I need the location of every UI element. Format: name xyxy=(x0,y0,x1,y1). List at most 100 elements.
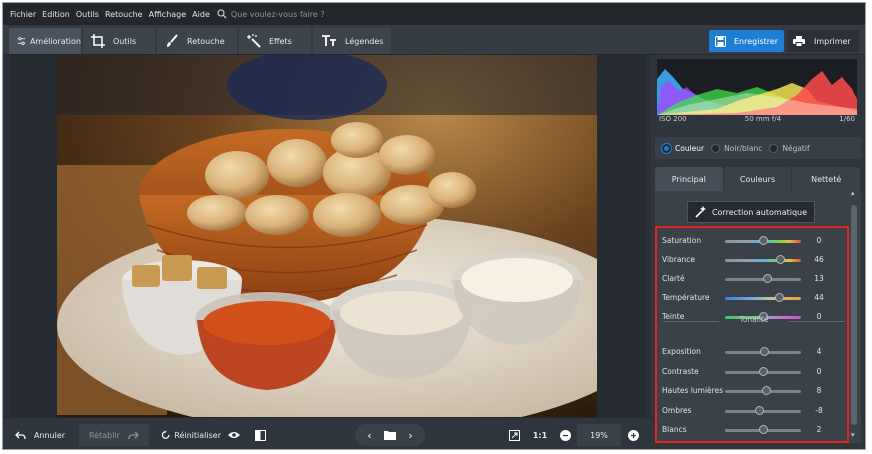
slider-value[interactable]: 2 xyxy=(807,425,831,434)
undo-label: Annuler xyxy=(33,430,66,440)
slider-label: Hautes lumières xyxy=(662,386,724,395)
slider-thumb[interactable] xyxy=(761,386,771,395)
slider-value[interactable]: -8 xyxy=(807,406,831,415)
slider-value[interactable]: 4 xyxy=(807,347,831,356)
slider-thumb[interactable] xyxy=(760,347,770,356)
tab-effets[interactable]: Effets xyxy=(239,28,311,54)
zoom-in-button[interactable] xyxy=(625,424,641,446)
bread-basket-photo xyxy=(57,55,597,417)
auto-correct-label: Correction automatique xyxy=(711,207,808,217)
slider-label: Contraste xyxy=(662,366,699,376)
preview-eye-button[interactable] xyxy=(223,424,245,446)
slider-value[interactable]: 0 xyxy=(807,236,831,245)
subtab-principal[interactable]: Principal xyxy=(655,167,723,191)
radio-noir-blanc[interactable] xyxy=(711,143,721,153)
zoom-out-button[interactable] xyxy=(557,424,573,446)
scroll-down-icon[interactable]: ▾ xyxy=(851,431,855,439)
slider-row: Exposition 4 xyxy=(657,343,847,361)
subtab-couleurs[interactable]: Couleurs xyxy=(723,167,792,191)
histogram xyxy=(657,59,857,115)
fit-screen-icon xyxy=(508,429,520,441)
slider-row: Contraste 0 xyxy=(657,363,847,381)
photo xyxy=(57,55,597,417)
subtab-nettete[interactable]: Netteté xyxy=(792,167,861,191)
menu-edition[interactable]: Edition xyxy=(39,10,73,19)
search-icon xyxy=(217,9,227,19)
reset-label: Réinitialiser xyxy=(174,430,221,440)
chevron-right-icon[interactable]: › xyxy=(396,429,425,442)
radio-couleur[interactable] xyxy=(662,143,671,153)
menu-affichage[interactable]: Affichage xyxy=(146,10,190,19)
save-label: Enregistrer xyxy=(734,36,779,46)
menu-outils[interactable]: Outils xyxy=(73,10,102,19)
slider-row: Saturation 0 xyxy=(657,232,847,250)
mode-label-noir-blanc: Noir/blanc xyxy=(724,143,763,153)
slider-thumb[interactable] xyxy=(758,236,768,245)
slider-label: Blancs xyxy=(662,425,687,434)
slider-label: Saturation xyxy=(662,236,702,245)
slider-row: Clarté 13 xyxy=(657,270,847,288)
auto-correct-button[interactable]: Correction automatique xyxy=(687,201,815,223)
bottom-toolbar: Annuler Rétablir Réinitialiser ‹ › 1:1 1… xyxy=(3,417,651,449)
mode-label-couleur: Couleur xyxy=(675,143,705,153)
menu-bar: Fichier Edition Outils Retouche Affichag… xyxy=(3,3,865,25)
fit-screen-button[interactable] xyxy=(503,424,525,446)
text-icon xyxy=(322,35,336,46)
menu-retouche[interactable]: Retouche xyxy=(102,10,146,19)
undo-button[interactable]: Annuler xyxy=(9,424,71,446)
shutter-value: 1/60 xyxy=(839,115,855,123)
print-label: Imprimer xyxy=(814,36,851,46)
menu-fichier[interactable]: Fichier xyxy=(7,10,39,19)
slider-thumb[interactable] xyxy=(775,293,785,302)
sparkle-wand-icon xyxy=(695,206,706,218)
slider-row: Vibrance 46 xyxy=(657,251,847,269)
crop-icon xyxy=(91,34,105,48)
navigation-group: ‹ › xyxy=(355,424,425,446)
folder-icon[interactable] xyxy=(384,430,396,440)
redo-button[interactable]: Rétablir xyxy=(79,424,149,446)
search-box[interactable]: Que voulez-vous faire ? xyxy=(217,9,325,19)
eye-icon xyxy=(228,432,240,438)
save-button[interactable]: Enregistrer xyxy=(709,30,784,52)
zoom-field[interactable]: 19% xyxy=(577,424,621,446)
radio-negatif[interactable] xyxy=(769,143,779,153)
exif-info: ISO 200 50 mm f/4 1/60 xyxy=(659,115,855,127)
slider-thumb[interactable] xyxy=(755,405,765,415)
mode-label-negatif: Négatif xyxy=(782,143,810,153)
slider-thumb[interactable] xyxy=(759,425,769,434)
slider-thumb[interactable] xyxy=(763,274,773,283)
color-mode-group: Couleur Noir/blanc Négatif xyxy=(655,137,861,159)
tab-outils[interactable]: Outils xyxy=(83,28,155,54)
slider-thumb[interactable] xyxy=(775,255,785,264)
reset-button[interactable]: Réinitialiser xyxy=(161,424,221,446)
scrollbar-thumb[interactable] xyxy=(851,205,857,425)
actual-size-button[interactable]: 1:1 xyxy=(529,424,551,446)
image-canvas[interactable] xyxy=(9,55,647,417)
chevron-left-icon[interactable]: ‹ xyxy=(355,429,384,442)
tab-amelioration[interactable]: Amélioration xyxy=(9,28,81,54)
tab-retouche[interactable]: Retouche xyxy=(157,28,237,54)
menu-aide[interactable]: Aide xyxy=(189,10,213,19)
slider-value[interactable]: 44 xyxy=(807,293,831,302)
slider-label: Ombres xyxy=(662,405,692,415)
slider-label: Température xyxy=(662,293,710,302)
scroll-up-icon[interactable]: ▴ xyxy=(851,189,855,197)
print-button[interactable]: Imprimer xyxy=(787,30,859,52)
slider-value[interactable]: 8 xyxy=(807,386,831,395)
zoom-in-icon xyxy=(627,429,639,441)
slider-value[interactable]: 13 xyxy=(807,274,831,283)
adjust-subtabs: Principal Couleurs Netteté xyxy=(655,167,861,191)
slider-thumb[interactable] xyxy=(758,366,768,376)
zoom-out-icon xyxy=(559,429,571,441)
reset-icon xyxy=(161,430,170,439)
slider-track[interactable] xyxy=(725,259,801,262)
compare-icon xyxy=(254,429,266,441)
slider-value[interactable]: 0 xyxy=(807,367,831,376)
panel-scrollbar[interactable]: ▴ ▾ xyxy=(850,189,858,443)
tab-legendes[interactable]: Légendes xyxy=(313,28,391,54)
tab-label: Légendes xyxy=(345,36,384,46)
compare-button[interactable] xyxy=(249,424,271,446)
slider-value[interactable]: 46 xyxy=(807,255,831,264)
slider-track[interactable] xyxy=(725,297,801,300)
slider-row: Blancs 2 xyxy=(657,421,847,439)
